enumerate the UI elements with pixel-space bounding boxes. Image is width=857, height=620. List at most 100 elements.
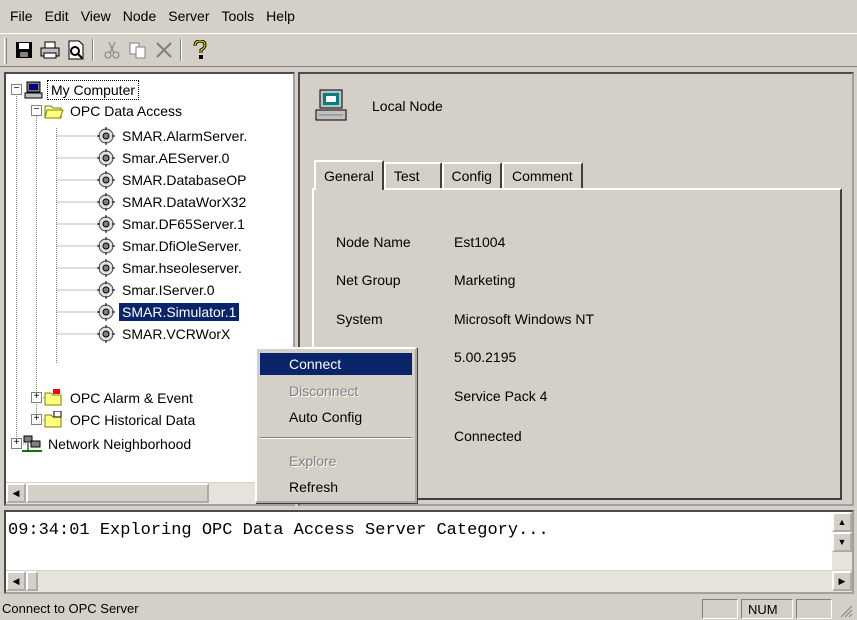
copy-button[interactable] [126,38,150,62]
menu-tools[interactable]: Tools [215,8,260,24]
status-panel-num: NUM [741,599,793,619]
toolbar-separator [92,39,94,61]
tab-test[interactable]: Test [383,162,442,188]
opc-server-icon [97,259,115,277]
log-line: 09:34:01 Exploring OPC Data Access Serve… [8,521,549,540]
opc-server-icon [97,281,115,299]
toolbar [0,33,857,67]
save-button[interactable] [12,38,36,62]
node-title: Local Node [372,98,443,114]
tree-label-server: Smar.hseoleserver. [122,260,242,276]
expand-opc-alarm-event[interactable]: + [31,392,42,403]
menu-help[interactable]: Help [260,8,301,24]
tree-item-opc-historical-data[interactable]: OPC Historical Data [44,409,198,431]
toolbar-separator [180,39,182,61]
menu-server[interactable]: Server [162,8,215,24]
tree-item-opc-alarm-event[interactable]: OPC Alarm & Event [44,387,196,409]
node-name-label: Node Name [336,234,411,250]
connection-status-value: Connected [454,428,522,444]
log-pane[interactable]: 09:34:01 Exploring OPC Data Access Serve… [4,510,854,594]
tab-config[interactable]: Config [441,162,502,188]
tree-item-network-neighborhood[interactable]: Network Neighborhood [22,433,194,455]
tree-label-server: Smar.DF65Server.1 [122,216,245,232]
arrow-up-icon: ▲ [837,517,847,527]
tree-item-server[interactable]: Smar.DF65Server.1 [96,213,248,235]
delete-button[interactable] [152,38,176,62]
log-vertical-scrollbar[interactable]: ▲ ▼ [832,512,852,572]
tree-item-server[interactable]: Smar.DfiOleServer. [96,235,245,257]
tree-label-server: Smar.AEServer.0 [122,150,230,166]
menu-node[interactable]: Node [117,8,162,24]
expand-opc-historical-data[interactable]: + [31,414,42,425]
tree-item-server[interactable]: Smar.hseoleserver. [96,257,245,279]
context-refresh[interactable]: Refresh [260,476,412,498]
scroll-left-button[interactable]: ◀ [6,483,26,503]
version-value: 5.00.2195 [454,349,517,365]
node-header: Local Node [314,88,443,124]
opc-server-icon [97,149,115,167]
context-disconnect: Disconnect [289,383,359,399]
tree-label-server: SMAR.DataWorX32 [122,194,247,210]
scroll-up-button[interactable]: ▲ [832,512,852,532]
tree-label-server: SMAR.AlarmServer. [122,128,248,144]
log-scroll-left-button[interactable]: ◀ [6,571,26,591]
collapse-my-computer[interactable]: − [11,84,22,95]
menu-file[interactable]: File [4,8,39,24]
context-auto-config[interactable]: Auto Config [260,406,412,428]
menu-bar: File Edit View Node Server Tools Help [0,0,857,32]
tree-label-my-computer: My Computer [47,80,140,100]
scroll-thumb[interactable] [26,483,209,503]
tree-item-server[interactable]: Smar.IServer.0 [96,279,218,301]
tree-item-server[interactable]: SMAR.DatabaseOP [96,169,250,191]
tree-horizontal-scrollbar[interactable]: ◀ [6,482,293,504]
print-button[interactable] [38,38,62,62]
tree-label-opc-data-access: OPC Data Access [70,103,183,119]
tree-label-network-neighborhood: Network Neighborhood [48,436,192,452]
resize-grip-icon[interactable] [839,604,853,618]
computer-icon [24,81,43,99]
arrow-left-icon: ◀ [12,487,20,498]
tree-label-opc-historical-data: OPC Historical Data [70,412,196,428]
net-group-value: Marketing [454,272,516,288]
arrow-down-icon: ▼ [837,537,847,547]
save-icon [16,42,32,58]
menu-edit[interactable]: Edit [39,8,75,24]
delete-icon [156,42,172,58]
tree-item-server[interactable]: Smar.AEServer.0 [96,147,232,169]
menu-view[interactable]: View [75,8,117,24]
open-folder-icon [44,105,64,119]
tree-label-server: Smar.IServer.0 [122,282,215,298]
log-scroll-thumb[interactable] [26,571,38,591]
tab-comment[interactable]: Comment [501,162,583,188]
tree-item-server[interactable]: SMAR.AlarmServer. [96,125,250,147]
arrow-right-icon: ▶ [838,575,846,586]
tree-item-my-computer[interactable]: My Computer [24,79,140,101]
node-name-value: Est1004 [454,234,506,250]
expand-network-neighborhood[interactable]: + [11,438,22,449]
collapse-opc-data-access[interactable]: − [31,105,42,116]
tab-general[interactable]: General [314,160,384,190]
cut-icon [104,41,120,59]
status-text: Connect to OPC Server [2,601,139,616]
tree-item-opc-data-access[interactable]: OPC Data Access [44,100,185,122]
help-button[interactable] [188,38,212,62]
scroll-down-button[interactable]: ▼ [832,532,852,552]
opc-server-icon [97,303,115,321]
context-connect[interactable]: Connect [260,353,412,375]
tree-label-opc-alarm-event: OPC Alarm & Event [70,390,193,406]
log-scroll-right-button[interactable]: ▶ [832,571,852,591]
tree-item-server[interactable]: SMAR.VCRWorX [96,323,233,345]
log-horizontal-scrollbar[interactable]: ◀ ▶ [6,570,852,592]
server-tree[interactable]: − My Computer − OPC Data Access SMAR.Ala… [4,72,295,506]
tree-label-server: SMAR.DatabaseOP [122,172,247,188]
toolbar-grip[interactable] [4,38,7,64]
opc-server-icon [97,171,115,189]
status-bar: Connect to OPC Server NUM [0,598,857,620]
net-group-label: Net Group [336,272,401,288]
print-preview-button[interactable] [64,38,88,62]
cut-button[interactable] [100,38,124,62]
tree-item-server[interactable]: SMAR.DataWorX32 [96,191,249,213]
tree-item-server[interactable]: SMAR.Simulator.1 [96,301,240,323]
detail-tabs: General Test Config Comment [314,160,583,190]
tree-label-server: SMAR.VCRWorX [122,326,231,342]
